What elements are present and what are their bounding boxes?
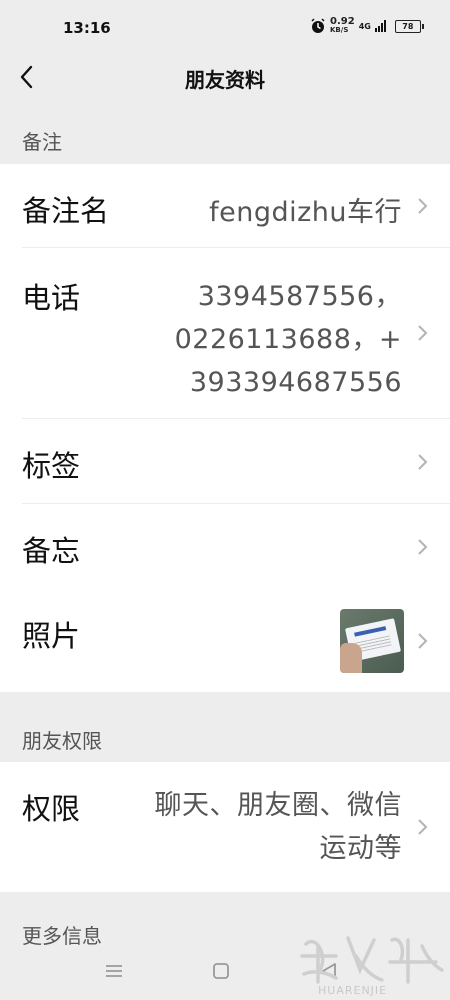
chevron-right-icon [418, 325, 428, 341]
menu-icon[interactable] [101, 958, 127, 984]
photo-thumbnail[interactable] [340, 609, 404, 673]
page-title: 朋友资料 [185, 68, 265, 92]
chevron-right-icon [418, 454, 428, 470]
alarm-icon [311, 18, 325, 33]
battery-icon: 78 [394, 19, 424, 33]
status-time: 13:16 [63, 19, 111, 37]
chevron-right-icon [418, 819, 428, 835]
permission-line: 运动等 [319, 833, 402, 864]
permission-row[interactable]: 权限 聊天、朋友圈、微信 运动等 [0, 762, 450, 892]
permission-label: 权限 [22, 792, 81, 826]
remark-name-value: fengdizhu车行 [209, 197, 402, 228]
chevron-right-icon [418, 198, 428, 214]
chevron-right-icon [418, 539, 428, 555]
nav-header: 朋友资料 [0, 56, 450, 100]
status-bar: 13:16 0.92 KB/S 4G 78 [0, 0, 450, 56]
phone-line: 0226113688，+ [174, 324, 402, 355]
section-title-permission: 朋友权限 [22, 729, 102, 753]
phone-line: 393394687556 [189, 367, 402, 398]
permission-value: 聊天、朋友圈、微信 运动等 [155, 784, 403, 870]
net-speed: 0.92 KB/S [330, 16, 355, 35]
phone-value: 3394587556， 0226113688，+ 393394687556 [175, 275, 402, 404]
memo-row[interactable]: 备忘 [0, 504, 450, 589]
permission-line: 聊天、朋友圈、微信 [154, 790, 402, 821]
section-title-remark: 备注 [22, 130, 62, 154]
photo-row[interactable]: 照片 [0, 589, 450, 692]
photo-label: 照片 [22, 619, 81, 653]
permission-card: 权限 聊天、朋友圈、微信 运动等 [0, 762, 450, 892]
network-type: 4G [358, 21, 371, 31]
tags-row[interactable]: 标签 [0, 419, 450, 504]
tags-label: 标签 [22, 449, 81, 483]
home-icon[interactable] [208, 958, 234, 984]
remark-name-label: 备注名 [22, 194, 110, 228]
signal-icon [374, 20, 386, 32]
chevron-right-icon [418, 633, 428, 649]
remark-name-row[interactable]: 备注名 fengdizhu车行 [0, 164, 450, 248]
phone-line: 3394587556， [197, 281, 402, 312]
section-title-more[interactable]: 更多信息 [22, 920, 102, 949]
system-indicators: 0.92 KB/S 4G 78 [310, 16, 424, 35]
watermark-text: HUARENJIE [318, 984, 388, 997]
phone-row[interactable]: 电话 3394587556， 0226113688，+ 393394687556 [0, 248, 450, 419]
memo-label: 备忘 [22, 534, 81, 568]
remark-card: 备注名 fengdizhu车行 电话 3394587556， 022611368… [0, 164, 450, 692]
phone-label: 电话 [22, 281, 81, 315]
